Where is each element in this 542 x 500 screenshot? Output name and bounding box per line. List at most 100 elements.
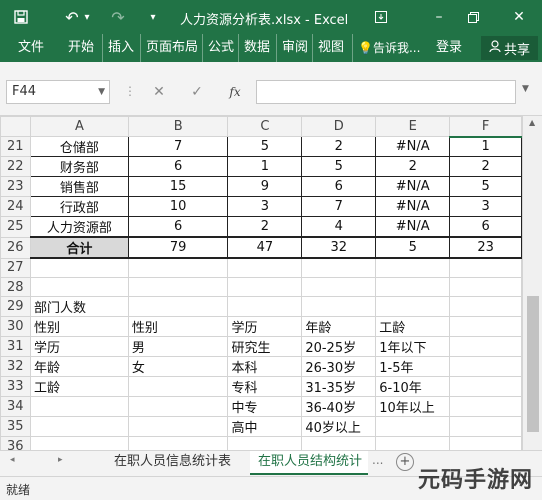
cell[interactable]: 3 (449, 196, 522, 217)
cell[interactable]: 5 (227, 136, 303, 157)
cell[interactable]: 3 (227, 196, 303, 217)
worksheet-grid[interactable]: A B C D E F 21 仓储部 7 5 2 #N/A 1 22 财务部 6 1 5 2 2 23 销售部… (0, 116, 522, 450)
cell[interactable] (449, 416, 522, 438)
cell[interactable]: 学历 (29, 336, 129, 358)
cell[interactable]: 7 (127, 136, 229, 157)
cell[interactable] (449, 356, 522, 378)
redo-icon[interactable]: ↷ (108, 0, 128, 34)
more-sheets[interactable]: ... (372, 453, 383, 467)
cell[interactable]: 5 (375, 236, 451, 259)
tab-data[interactable]: 数据 (238, 34, 270, 62)
row-header[interactable]: 21 (0, 136, 31, 157)
cell[interactable] (127, 257, 229, 278)
tab-view[interactable]: 视图 (312, 34, 344, 62)
undo-dropdown-icon[interactable]: ▾ (82, 0, 92, 34)
cell[interactable]: 47 (227, 236, 303, 259)
cell[interactable] (449, 316, 522, 338)
cell[interactable]: 工龄 (375, 316, 451, 338)
row-header[interactable]: 29 (0, 296, 31, 318)
cell[interactable]: 6 (449, 216, 522, 238)
cell[interactable] (227, 276, 303, 298)
row-header[interactable]: 36 (0, 436, 31, 450)
cell[interactable] (127, 296, 229, 318)
prev-sheet-icon[interactable]: ◂ (10, 455, 15, 465)
cell[interactable]: 2 (301, 136, 377, 157)
cell[interactable] (227, 296, 303, 318)
column-header-b[interactable]: B (127, 116, 229, 137)
cell[interactable] (375, 257, 451, 278)
tab-home[interactable]: 开始 (68, 34, 94, 62)
cell[interactable]: 合计 (29, 236, 129, 259)
column-header-e[interactable]: E (375, 116, 451, 137)
column-header-a[interactable]: A (29, 116, 129, 137)
cell[interactable]: 仓储部 (29, 136, 129, 157)
cell[interactable]: 2 (227, 216, 303, 238)
scrollbar-thumb[interactable] (527, 296, 539, 432)
cell[interactable] (301, 257, 377, 278)
cell[interactable]: 15 (127, 176, 229, 197)
select-all-corner[interactable] (0, 116, 31, 137)
cell[interactable]: 研究生 (227, 336, 303, 358)
name-box[interactable]: F44 ▼ (6, 80, 110, 104)
row-header[interactable]: 24 (0, 196, 31, 217)
row-header[interactable]: 33 (0, 376, 31, 398)
column-header-c[interactable]: C (227, 116, 303, 137)
row-header[interactable]: 25 (0, 216, 31, 238)
cell[interactable]: 性别 (127, 316, 229, 338)
cell[interactable] (375, 436, 451, 450)
cell[interactable] (449, 296, 522, 318)
cell[interactable]: 财务部 (29, 156, 129, 177)
cell[interactable]: 高中 (227, 416, 303, 438)
cell[interactable]: 7 (301, 196, 377, 217)
cell[interactable]: #N/A (375, 216, 451, 238)
login-link[interactable]: 登录 (436, 34, 462, 62)
cell[interactable]: 32 (301, 236, 377, 259)
cell[interactable] (29, 257, 129, 278)
share-button[interactable]: 共享 (480, 36, 538, 60)
tab-file[interactable]: 文件 (18, 34, 44, 62)
cell[interactable]: 销售部 (29, 176, 129, 197)
column-header-d[interactable]: D (301, 116, 377, 137)
cell[interactable]: 31-35岁 (301, 376, 377, 398)
tab-review[interactable]: 审阅 (276, 34, 308, 62)
cell[interactable]: 6 (127, 156, 229, 177)
tab-insert[interactable]: 插入 (102, 34, 134, 62)
cell[interactable]: 5 (301, 156, 377, 177)
cell[interactable]: 10 (127, 196, 229, 217)
cell[interactable] (227, 257, 303, 278)
cell[interactable]: 1年以下 (375, 336, 451, 358)
cell[interactable]: 性别 (29, 316, 129, 338)
cell[interactable] (29, 396, 129, 418)
row-header[interactable]: 22 (0, 156, 31, 177)
cell[interactable]: 年龄 (29, 356, 129, 378)
insert-function-button[interactable]: fx (222, 80, 248, 104)
cell[interactable] (127, 396, 229, 418)
cell[interactable] (449, 376, 522, 398)
tab-page-layout[interactable]: 页面布局 (140, 34, 198, 62)
row-header[interactable]: 32 (0, 356, 31, 378)
cell[interactable] (375, 276, 451, 298)
cell[interactable]: 6 (301, 176, 377, 197)
restore-button[interactable] (456, 0, 490, 34)
row-header[interactable]: 30 (0, 316, 31, 338)
minimize-button[interactable]: – (422, 0, 456, 34)
cell[interactable] (29, 276, 129, 298)
cell[interactable]: 本科 (227, 356, 303, 378)
cell[interactable]: 1-5年 (375, 356, 451, 378)
cell[interactable]: 20-25岁 (301, 336, 377, 358)
cell[interactable]: 10年以上 (375, 396, 451, 418)
splitter-handle[interactable]: ⋮ (124, 84, 136, 98)
expand-formula-bar-icon[interactable]: ▼ (522, 84, 529, 94)
close-button[interactable]: ✕ (502, 0, 536, 34)
row-header[interactable]: 27 (0, 257, 31, 278)
cell[interactable] (449, 436, 522, 450)
row-header[interactable]: 28 (0, 276, 31, 298)
cell[interactable] (449, 336, 522, 358)
cell[interactable]: 男 (127, 336, 229, 358)
undo-icon[interactable]: ↶ (62, 0, 82, 34)
cell[interactable] (127, 276, 229, 298)
cell[interactable] (29, 416, 129, 438)
cell[interactable]: 学历 (227, 316, 303, 338)
vertical-scrollbar[interactable]: ▲ (522, 116, 542, 450)
sheet-tab-staff-structure[interactable]: 在职人员结构统计 (250, 451, 368, 475)
